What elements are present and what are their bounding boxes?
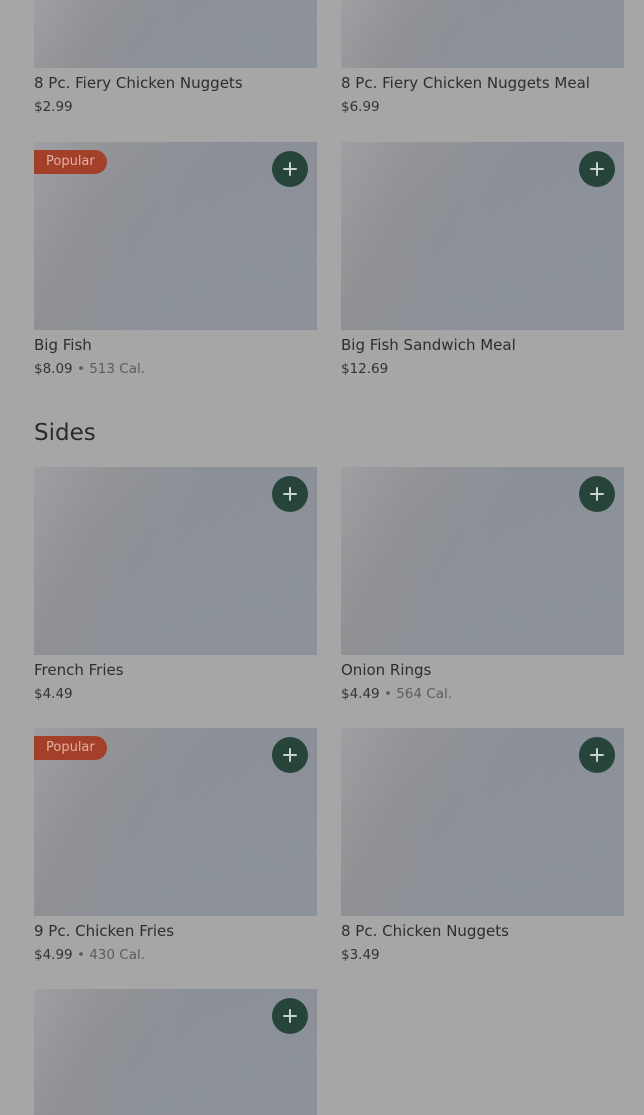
menu-item-card[interactable]: Big Fish Sandwich Meal $12.69 — [341, 142, 624, 377]
item-image — [341, 142, 624, 330]
item-name: Big Fish Sandwich Meal — [341, 336, 516, 354]
item-price: $4.49 — [34, 686, 73, 702]
add-button[interactable] — [579, 476, 615, 512]
menu-item-card[interactable]: Popular 9 Pc. Chicken Fries $4.99 • 430 … — [34, 728, 317, 963]
item-name: 9 Pc. Chicken Fries — [34, 922, 175, 940]
menu-item-card[interactable]: Popular Big Fish $8.09 • 513 Cal. — [34, 142, 317, 377]
item-price: $6.99 — [341, 99, 380, 115]
plus-icon — [283, 162, 297, 176]
item-image: Popular — [34, 142, 317, 330]
item-name: French Fries — [34, 661, 124, 679]
menu-page: 8 Pc. Fiery Chicken Nuggets $2.99 8 Pc. … — [0, 0, 644, 1115]
menu-item-card[interactable]: 8 Pc. Fiery Chicken Nuggets $2.99 — [34, 0, 317, 115]
section-title-sides: Sides — [34, 420, 96, 446]
item-name: Big Fish — [34, 336, 92, 354]
add-button[interactable] — [579, 737, 615, 773]
add-button[interactable] — [272, 476, 308, 512]
item-calories: 430 Cal. — [89, 947, 146, 963]
item-price: $4.49 • 564 Cal. — [341, 686, 453, 702]
item-price: $2.99 — [34, 99, 73, 115]
add-button[interactable] — [272, 151, 308, 187]
item-price: $8.09 • 513 Cal. — [34, 361, 146, 377]
item-price: $12.69 — [341, 361, 389, 377]
item-name: 8 Pc. Fiery Chicken Nuggets Meal — [341, 74, 590, 92]
add-button[interactable] — [272, 998, 308, 1034]
item-image — [34, 467, 317, 655]
item-image: Popular — [34, 728, 317, 916]
add-button[interactable] — [272, 737, 308, 773]
item-price: $4.99 • 430 Cal. — [34, 947, 146, 963]
plus-icon — [590, 162, 604, 176]
popular-badge: Popular — [34, 736, 107, 760]
item-image — [341, 467, 624, 655]
menu-item-card[interactable]: Onion Rings $4.49 • 564 Cal. — [341, 467, 624, 702]
item-calories: 513 Cal. — [89, 361, 146, 377]
item-name: 8 Pc. Chicken Nuggets — [341, 922, 509, 940]
plus-icon — [283, 1009, 297, 1023]
plus-icon — [283, 487, 297, 501]
item-name: Onion Rings — [341, 661, 432, 679]
item-image — [34, 989, 317, 1115]
menu-item-card[interactable]: French Fries $4.49 — [34, 467, 317, 702]
plus-icon — [283, 748, 297, 762]
add-button[interactable] — [579, 151, 615, 187]
item-price: $3.49 — [341, 947, 380, 963]
menu-item-card[interactable]: 8 Pc. Fiery Chicken Nuggets Meal $6.99 — [341, 0, 624, 115]
item-name: 8 Pc. Fiery Chicken Nuggets — [34, 74, 243, 92]
item-image — [341, 0, 624, 68]
popular-badge: Popular — [34, 150, 107, 174]
item-calories: 564 Cal. — [396, 686, 453, 702]
item-image — [341, 728, 624, 916]
plus-icon — [590, 487, 604, 501]
menu-item-card[interactable]: 8 Pc. Chicken Nuggets $3.49 — [341, 728, 624, 963]
item-image — [34, 0, 317, 68]
menu-item-card[interactable] — [34, 989, 317, 1115]
plus-icon — [590, 748, 604, 762]
